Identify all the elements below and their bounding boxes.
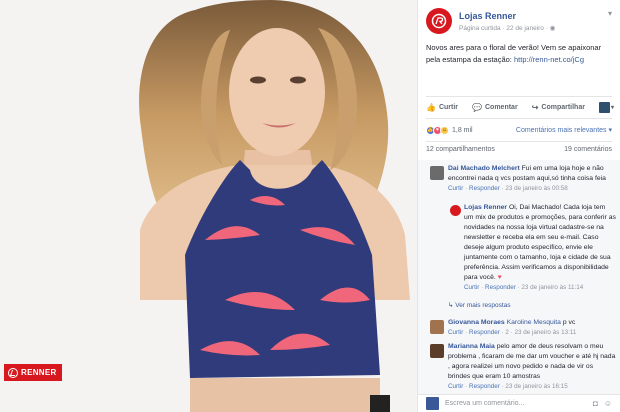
divider <box>426 141 612 142</box>
comment-label: Comentar <box>485 103 518 111</box>
comment-time: · 23 de janeiro às 11:14 <box>515 284 584 291</box>
share-label: Compartilhar <box>541 103 585 111</box>
haha-reaction-icon: ☺ <box>440 125 449 135</box>
comment: Dai Machado Melchert Fui em uma loja hoj… <box>448 164 616 194</box>
comment-meta: Curtir · Responder · 23 de janeiro às 11… <box>464 284 584 291</box>
composer-icons: ◘ ☺ <box>593 399 612 408</box>
comment-meta: Curtir · Responder · 2 · 23 de janeiro à… <box>448 329 577 336</box>
renner-logo-icon <box>8 367 18 378</box>
post-link[interactable]: http://renn-net.co/jCg <box>514 55 584 64</box>
post-panel: Lojas Renner Página curtida · 22 de jane… <box>417 0 620 412</box>
comment-composer[interactable]: Escreva um comentário... ◘ ☺ <box>418 394 620 412</box>
renner-watermark: RENNER <box>4 364 62 381</box>
renner-logo-icon <box>431 13 447 29</box>
comment-filter[interactable]: Comentários mais relevantes ▾ <box>516 126 612 134</box>
comment-reply-link[interactable]: Responder <box>469 383 500 390</box>
comment-author[interactable]: Dai Machado Melchert <box>448 165 520 172</box>
watermark-text: RENNER <box>21 368 57 377</box>
post-stats: 12 compartilhamentos 19 comentários <box>426 146 612 153</box>
chevron-down-icon[interactable]: ▾ <box>608 9 612 18</box>
globe-icon: ◉ <box>549 25 556 32</box>
avatar[interactable] <box>430 344 444 358</box>
shares-count[interactable]: 12 compartilhamentos <box>426 146 495 153</box>
comment-text: p vc <box>560 319 576 326</box>
comment-reply: Lojas Renner Oi, Dai Machado! Cada loja … <box>464 203 616 293</box>
page-name[interactable]: Lojas Renner <box>459 11 516 21</box>
chevron-down-icon: ▾ <box>610 104 614 111</box>
more-replies-text: Ver mais respostas <box>455 302 511 309</box>
page-avatar[interactable] <box>426 8 452 34</box>
comment: Marianna Maia pelo amor de deus resolvam… <box>448 342 616 392</box>
post-header: Lojas Renner Página curtida · 22 de jane… <box>426 6 614 34</box>
like-button[interactable]: 👍 Curtir <box>426 103 458 112</box>
comment-mention[interactable]: Karoline Mesquita <box>507 319 561 326</box>
model-illustration <box>0 0 417 412</box>
comment-time: · 23 de janeiro às 00:58 <box>499 185 568 192</box>
comment-time: · 2 · 23 de janeiro às 13:11 <box>499 329 577 336</box>
share-icon: ↪ <box>531 102 539 112</box>
comment-author[interactable]: Lojas Renner <box>464 204 507 211</box>
divider <box>426 118 612 119</box>
avatar[interactable] <box>430 320 444 334</box>
comment-author[interactable]: Giovanna Moraes <box>448 319 505 326</box>
camera-icon[interactable]: ◘ <box>593 399 598 408</box>
heart-icon: ♥ <box>497 274 502 281</box>
post-text: Novos ares para o floral de verão! Vem s… <box>426 42 612 66</box>
post-actions: 👍 Curtir 💬 Comentar ↪ Compartilhar ▾ <box>426 100 614 114</box>
post-photo[interactable]: RENNER <box>0 0 417 412</box>
comment-like-link[interactable]: Curtir <box>448 329 463 336</box>
avatar <box>426 397 439 410</box>
post-meta: Página curtida · 22 de janeiro · ◉ <box>459 24 555 32</box>
comment-reply-link[interactable]: Responder <box>469 329 500 336</box>
more-replies-link[interactable]: ↳ Ver mais respostas <box>448 301 511 309</box>
like-label: Curtir <box>438 103 459 111</box>
comment: Giovanna Moraes Karoline Mesquita p vc C… <box>448 318 616 338</box>
avatar[interactable] <box>450 205 461 216</box>
comment-input[interactable]: Escreva um comentário... <box>445 400 593 407</box>
reactions-bar[interactable]: 👍 ♥ ☺ 1,8 mil Comentários mais relevante… <box>426 124 612 136</box>
post-meta-text: Página curtida · 22 de janeiro · <box>459 25 550 32</box>
comment-icon: 💬 <box>472 102 482 112</box>
thumbs-up-icon: 👍 <box>426 102 436 112</box>
comment-like-link[interactable]: Curtir <box>464 284 479 291</box>
comment-reply-link[interactable]: Responder <box>485 284 516 291</box>
comment-author[interactable]: Marianna Maia <box>448 343 495 350</box>
comment-like-link[interactable]: Curtir <box>448 185 463 192</box>
comment-meta: Curtir · Responder · 23 de janeiro às 00… <box>448 185 568 192</box>
comment-button[interactable]: 💬 Comentar <box>472 103 518 112</box>
avatar <box>598 101 610 113</box>
comments-count[interactable]: 19 comentários <box>564 146 612 153</box>
comment-reply-link[interactable]: Responder <box>469 185 500 192</box>
share-button[interactable]: ↪ Compartilhar <box>532 103 585 112</box>
post-as-selector[interactable]: ▾ <box>598 101 614 113</box>
divider <box>426 96 612 97</box>
emoji-icon[interactable]: ☺ <box>604 399 612 408</box>
comment-text: Oi, Dai Machado! Cada loja tem um mix de… <box>464 204 616 281</box>
comment-like-link[interactable]: Curtir <box>448 383 463 390</box>
reaction-count: 1,8 mil <box>452 126 473 134</box>
comments-list: Dai Machado Melchert Fui em uma loja hoj… <box>418 160 620 394</box>
avatar[interactable] <box>430 166 444 180</box>
comment-meta: Curtir · Responder · 23 de janeiro às 16… <box>448 383 568 390</box>
comment-time: · 23 de janeiro às 16:15 <box>499 383 568 390</box>
